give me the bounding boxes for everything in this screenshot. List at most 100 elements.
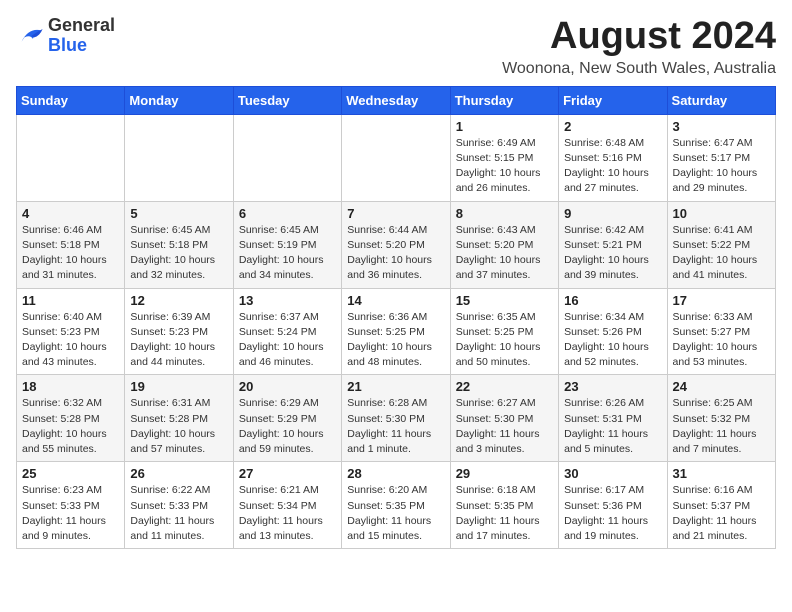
day-number: 2 <box>564 119 661 134</box>
day-cell: 13 Sunrise: 6:37 AM Sunset: 5:24 PM Dayli… <box>233 288 341 375</box>
day-number: 4 <box>22 206 119 221</box>
header-row: SundayMondayTuesdayWednesdayThursdayFrid… <box>17 86 776 114</box>
day-info: Sunrise: 6:32 AM Sunset: 5:28 PM Dayligh… <box>22 396 119 457</box>
day-cell: 8 Sunrise: 6:43 AM Sunset: 5:20 PM Daylig… <box>450 201 558 288</box>
calendar-title: August 2024 <box>502 16 776 58</box>
day-number: 13 <box>239 293 336 308</box>
day-cell: 17 Sunrise: 6:33 AM Sunset: 5:27 PM Dayli… <box>667 288 775 375</box>
day-number: 18 <box>22 379 119 394</box>
header-cell-sunday: Sunday <box>17 86 125 114</box>
day-info: Sunrise: 6:43 AM Sunset: 5:20 PM Dayligh… <box>456 223 553 284</box>
day-info: Sunrise: 6:49 AM Sunset: 5:15 PM Dayligh… <box>456 136 553 197</box>
day-cell: 20Sunrise: 6:29 AM Sunset: 5:29 PM Dayli… <box>233 375 341 462</box>
day-number: 3 <box>673 119 770 134</box>
header-cell-thursday: Thursday <box>450 86 558 114</box>
day-info: Sunrise: 6:41 AM Sunset: 5:22 PM Dayligh… <box>673 223 770 284</box>
day-info: Sunrise: 6:40 AM Sunset: 5:23 PM Dayligh… <box>22 310 119 371</box>
day-cell <box>233 114 341 201</box>
day-cell: 4Sunrise: 6:46 AM Sunset: 5:18 PM Daylig… <box>17 201 125 288</box>
day-cell: 29Sunrise: 6:18 AM Sunset: 5:35 PM Dayli… <box>450 462 558 549</box>
day-info: Sunrise: 6:36 AM Sunset: 5:25 PM Dayligh… <box>347 310 444 371</box>
day-cell: 5 Sunrise: 6:45 AM Sunset: 5:18 PM Daylig… <box>125 201 233 288</box>
day-info: Sunrise: 6:44 AM Sunset: 5:20 PM Dayligh… <box>347 223 444 284</box>
day-info: Sunrise: 6:16 AM Sunset: 5:37 PM Dayligh… <box>673 483 770 544</box>
calendar-title-block: August 2024 Woonona, New South Wales, Au… <box>502 16 776 78</box>
day-number: 26 <box>130 466 227 481</box>
day-cell: 19 Sunrise: 6:31 AM Sunset: 5:28 PM Dayli… <box>125 375 233 462</box>
calendar-table: SundayMondayTuesdayWednesdayThursdayFrid… <box>16 86 776 549</box>
week-row-3: 11 Sunrise: 6:40 AM Sunset: 5:23 PM Dayli… <box>17 288 776 375</box>
day-info: Sunrise: 6:31 AM Sunset: 5:28 PM Dayligh… <box>130 396 227 457</box>
day-cell <box>342 114 450 201</box>
day-cell <box>125 114 233 201</box>
day-cell: 30Sunrise: 6:17 AM Sunset: 5:36 PM Dayli… <box>559 462 667 549</box>
day-info: Sunrise: 6:20 AM Sunset: 5:35 PM Dayligh… <box>347 483 444 544</box>
day-number: 29 <box>456 466 553 481</box>
day-number: 6 <box>239 206 336 221</box>
day-info: Sunrise: 6:26 AM Sunset: 5:31 PM Dayligh… <box>564 396 661 457</box>
day-cell: 1 Sunrise: 6:49 AM Sunset: 5:15 PM Daylig… <box>450 114 558 201</box>
day-info: Sunrise: 6:45 AM Sunset: 5:18 PM Dayligh… <box>130 223 227 284</box>
day-info: Sunrise: 6:39 AM Sunset: 5:23 PM Dayligh… <box>130 310 227 371</box>
day-number: 15 <box>456 293 553 308</box>
day-number: 31 <box>673 466 770 481</box>
day-info: Sunrise: 6:45 AM Sunset: 5:19 PM Dayligh… <box>239 223 336 284</box>
day-info: Sunrise: 6:27 AM Sunset: 5:30 PM Dayligh… <box>456 396 553 457</box>
day-number: 8 <box>456 206 553 221</box>
day-cell: 28 Sunrise: 6:20 AM Sunset: 5:35 PM Dayli… <box>342 462 450 549</box>
day-cell: 6 Sunrise: 6:45 AM Sunset: 5:19 PM Daylig… <box>233 201 341 288</box>
day-cell: 22Sunrise: 6:27 AM Sunset: 5:30 PM Dayli… <box>450 375 558 462</box>
day-cell: 12 Sunrise: 6:39 AM Sunset: 5:23 PM Dayli… <box>125 288 233 375</box>
day-number: 21 <box>347 379 444 394</box>
header-cell-tuesday: Tuesday <box>233 86 341 114</box>
day-number: 24 <box>673 379 770 394</box>
week-row-5: 25Sunrise: 6:23 AM Sunset: 5:33 PM Dayli… <box>17 462 776 549</box>
day-number: 10 <box>673 206 770 221</box>
day-number: 9 <box>564 206 661 221</box>
header-cell-monday: Monday <box>125 86 233 114</box>
page-header: General Blue August 2024 Woonona, New So… <box>16 16 776 78</box>
week-row-4: 18 Sunrise: 6:32 AM Sunset: 5:28 PM Dayli… <box>17 375 776 462</box>
day-cell: 23 Sunrise: 6:26 AM Sunset: 5:31 PM Dayli… <box>559 375 667 462</box>
day-number: 5 <box>130 206 227 221</box>
day-cell: 14 Sunrise: 6:36 AM Sunset: 5:25 PM Dayli… <box>342 288 450 375</box>
day-cell: 11 Sunrise: 6:40 AM Sunset: 5:23 PM Dayli… <box>17 288 125 375</box>
day-number: 17 <box>673 293 770 308</box>
day-number: 27 <box>239 466 336 481</box>
day-number: 14 <box>347 293 444 308</box>
week-row-2: 4Sunrise: 6:46 AM Sunset: 5:18 PM Daylig… <box>17 201 776 288</box>
header-cell-saturday: Saturday <box>667 86 775 114</box>
day-info: Sunrise: 6:22 AM Sunset: 5:33 PM Dayligh… <box>130 483 227 544</box>
day-cell: 21Sunrise: 6:28 AM Sunset: 5:30 PM Dayli… <box>342 375 450 462</box>
day-cell: 7 Sunrise: 6:44 AM Sunset: 5:20 PM Daylig… <box>342 201 450 288</box>
day-cell: 31 Sunrise: 6:16 AM Sunset: 5:37 PM Dayli… <box>667 462 775 549</box>
week-row-1: 1 Sunrise: 6:49 AM Sunset: 5:15 PM Daylig… <box>17 114 776 201</box>
day-info: Sunrise: 6:35 AM Sunset: 5:25 PM Dayligh… <box>456 310 553 371</box>
day-number: 16 <box>564 293 661 308</box>
day-number: 12 <box>130 293 227 308</box>
day-info: Sunrise: 6:21 AM Sunset: 5:34 PM Dayligh… <box>239 483 336 544</box>
day-info: Sunrise: 6:33 AM Sunset: 5:27 PM Dayligh… <box>673 310 770 371</box>
day-cell: 18 Sunrise: 6:32 AM Sunset: 5:28 PM Dayli… <box>17 375 125 462</box>
day-cell: 9 Sunrise: 6:42 AM Sunset: 5:21 PM Daylig… <box>559 201 667 288</box>
logo-general-text: General <box>48 15 115 35</box>
day-info: Sunrise: 6:48 AM Sunset: 5:16 PM Dayligh… <box>564 136 661 197</box>
day-number: 19 <box>130 379 227 394</box>
day-number: 28 <box>347 466 444 481</box>
day-cell: 26 Sunrise: 6:22 AM Sunset: 5:33 PM Dayli… <box>125 462 233 549</box>
day-number: 23 <box>564 379 661 394</box>
day-cell <box>17 114 125 201</box>
day-cell: 16Sunrise: 6:34 AM Sunset: 5:26 PM Dayli… <box>559 288 667 375</box>
day-cell: 27 Sunrise: 6:21 AM Sunset: 5:34 PM Dayli… <box>233 462 341 549</box>
calendar-subtitle: Woonona, New South Wales, Australia <box>502 60 776 78</box>
day-number: 11 <box>22 293 119 308</box>
day-info: Sunrise: 6:42 AM Sunset: 5:21 PM Dayligh… <box>564 223 661 284</box>
day-cell: 25Sunrise: 6:23 AM Sunset: 5:33 PM Dayli… <box>17 462 125 549</box>
day-cell: 15 Sunrise: 6:35 AM Sunset: 5:25 PM Dayli… <box>450 288 558 375</box>
header-cell-wednesday: Wednesday <box>342 86 450 114</box>
day-number: 25 <box>22 466 119 481</box>
day-info: Sunrise: 6:37 AM Sunset: 5:24 PM Dayligh… <box>239 310 336 371</box>
day-cell: 10 Sunrise: 6:41 AM Sunset: 5:22 PM Dayli… <box>667 201 775 288</box>
day-number: 1 <box>456 119 553 134</box>
day-number: 7 <box>347 206 444 221</box>
